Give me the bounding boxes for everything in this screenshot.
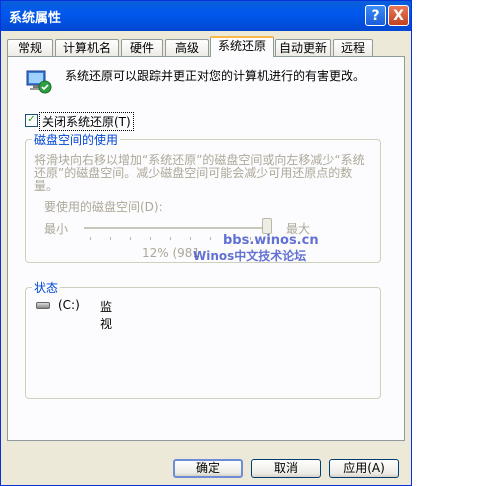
help-button[interactable]: ? xyxy=(365,5,386,26)
help-icon: ? xyxy=(371,8,380,24)
system-restore-icon xyxy=(26,70,52,94)
status-group-title: 状态 xyxy=(32,279,61,296)
tab-hardware[interactable]: 硬件 xyxy=(121,39,163,56)
disk-usage-label: 要使用的磁盘空间(D): xyxy=(44,200,163,214)
watermark-forum: Winos中文技术论坛 xyxy=(193,249,307,263)
cancel-button[interactable]: 取消 xyxy=(251,459,321,478)
watermark-url: bbs.winos.cn xyxy=(223,233,319,248)
tab-general[interactable]: 常规 xyxy=(7,39,53,56)
disk-space-slider-thumb[interactable] xyxy=(262,218,272,234)
disable-restore-checkbox[interactable]: ✓ xyxy=(25,114,38,127)
slider-min-label: 最小 xyxy=(44,222,69,236)
intro-text: 系统还原可以跟踪并更正对您的计算机进行的有害更改。 xyxy=(65,69,366,83)
ok-button[interactable]: 确定 xyxy=(173,459,243,478)
apply-button[interactable]: 应用(A) xyxy=(329,459,399,478)
disk-space-percent: 12% (981 xyxy=(142,246,201,260)
tab-computer-name[interactable]: 计算机名 xyxy=(55,39,119,56)
tab-system-restore[interactable]: 系统还原 xyxy=(210,36,274,57)
tab-advanced[interactable]: 高级 xyxy=(165,39,209,56)
drive-icon xyxy=(36,302,50,309)
disk-space-slider-track[interactable] xyxy=(84,227,272,230)
check-icon: ✓ xyxy=(27,114,36,125)
tab-automatic-updates[interactable]: 自动更新 xyxy=(275,39,331,56)
disk-space-group: 磁盘空间的使用 将滑块向右移以增加“系统还原”的磁盘空间或向左移减少“系统还原”… xyxy=(25,131,381,263)
drive-label: (C:) xyxy=(58,298,80,312)
tab-strip: 常规 计算机名 硬件 高级 系统还原 自动更新 远程 xyxy=(7,36,407,57)
drive-status: 监视 xyxy=(100,300,113,331)
disk-space-description: 将滑块向右移以增加“系统还原”的磁盘空间或向左移减少“系统还原”的磁盘空间。减少… xyxy=(34,153,365,193)
tab-remote[interactable]: 远程 xyxy=(333,39,373,56)
close-icon: X xyxy=(393,8,404,24)
title-bar[interactable]: 系统属性 ? X xyxy=(1,1,411,31)
close-button[interactable]: X xyxy=(388,5,409,26)
disable-restore-label[interactable]: 关闭系统还原(T) xyxy=(39,112,134,131)
system-properties-window: 系统属性 ? X 常规 计算机名 硬件 高级 系统还原 自动更新 远程 系统还原… xyxy=(0,0,412,486)
window-title: 系统属性 xyxy=(9,11,62,26)
disk-space-group-title: 磁盘空间的使用 xyxy=(32,131,121,148)
status-group: 状态 (C:) 监视 xyxy=(25,279,381,399)
